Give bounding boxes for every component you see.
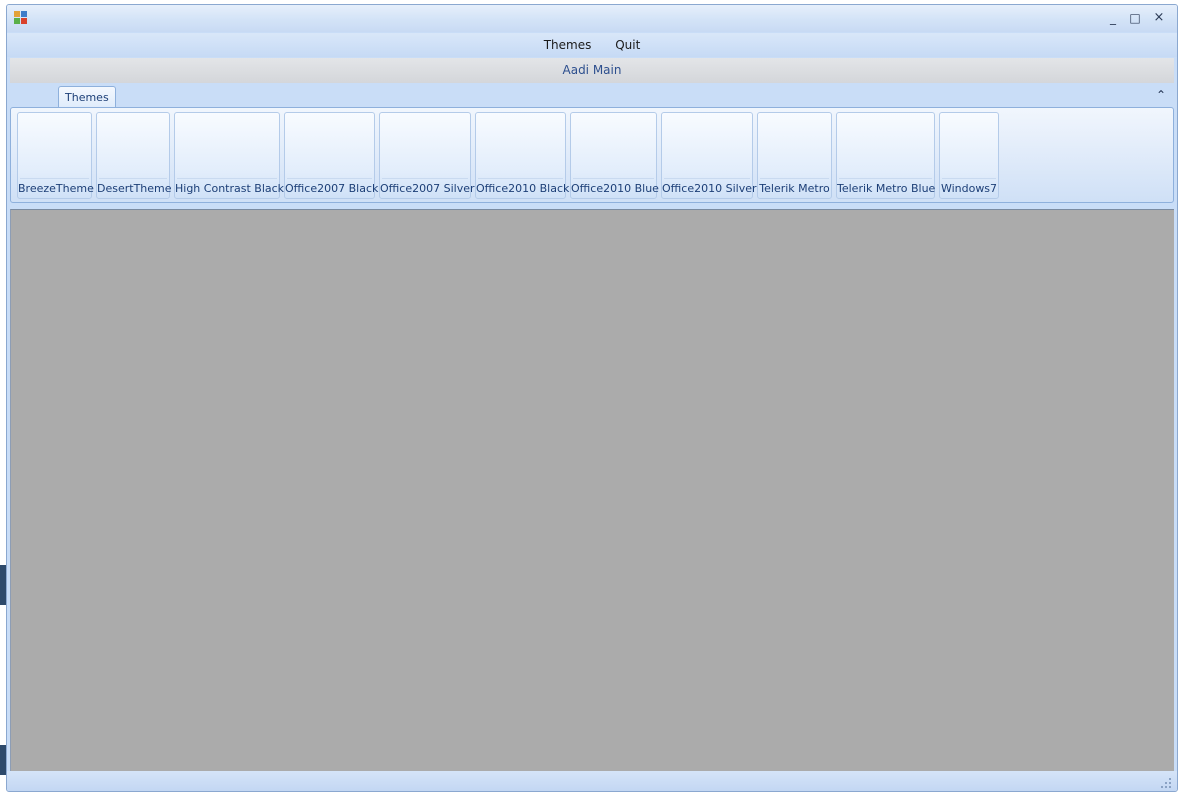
theme-label: DesertTheme xyxy=(97,182,172,195)
menu-item-quit[interactable]: Quit xyxy=(605,33,650,57)
theme-label: Office2007 Black xyxy=(285,182,379,195)
theme-label: Office2010 Blue xyxy=(571,182,659,195)
status-bar xyxy=(7,771,1177,791)
maximize-button[interactable]: □ xyxy=(1125,10,1145,26)
tab-themes[interactable]: Themes xyxy=(58,86,116,109)
theme-button-office2007-black[interactable]: Office2007 Black xyxy=(284,112,379,199)
theme-button-breeze[interactable]: BreezeTheme xyxy=(17,112,94,199)
theme-label: High Contrast Black xyxy=(175,182,285,195)
theme-label: Office2007 Silver xyxy=(380,182,475,195)
theme-button-office2010-silver[interactable]: Office2010 Silver xyxy=(661,112,757,199)
close-button[interactable]: × xyxy=(1149,10,1169,26)
theme-button-telerik-metro[interactable]: Telerik Metro xyxy=(757,112,832,199)
collapse-ribbon-button[interactable]: ⌃ xyxy=(1153,87,1169,103)
close-icon: × xyxy=(1153,10,1165,25)
theme-button-office2007-silver[interactable]: Office2007 Silver xyxy=(379,112,475,199)
theme-button-high-contrast-black[interactable]: High Contrast Black xyxy=(174,112,285,199)
theme-label: Telerik Metro xyxy=(759,182,830,195)
title-bar[interactable]: _ □ × xyxy=(7,5,1177,32)
theme-label: BreezeTheme xyxy=(18,182,94,195)
maximize-icon: □ xyxy=(1129,11,1141,25)
minimize-button[interactable]: _ xyxy=(1103,10,1123,26)
ribbon-panel: BreezeTheme DesertTheme High Contrast Bl… xyxy=(10,107,1174,203)
mdi-client-area[interactable] xyxy=(10,209,1174,772)
main-window: _ □ × Themes Quit Aadi Main Themes ⌃ Bre… xyxy=(6,4,1178,792)
resize-grip-icon[interactable] xyxy=(1161,778,1171,788)
ribbon-caption: Aadi Main xyxy=(10,58,1174,83)
theme-gallery: BreezeTheme DesertTheme High Contrast Bl… xyxy=(17,112,999,200)
theme-button-office2010-blue[interactable]: Office2010 Blue xyxy=(570,112,659,199)
theme-label: Office2010 Black xyxy=(476,182,570,195)
menu-bar: Themes Quit xyxy=(7,33,1177,57)
theme-button-windows7[interactable]: Windows7 xyxy=(939,112,999,199)
chevron-up-icon: ⌃ xyxy=(1155,88,1167,102)
theme-button-telerik-metro-blue[interactable]: Telerik Metro Blue xyxy=(836,112,935,199)
ribbon-tab-strip: Themes ⌃ xyxy=(7,84,1177,109)
app-icon xyxy=(14,11,28,25)
minimize-icon: _ xyxy=(1110,11,1116,25)
theme-label: Windows7 xyxy=(940,182,998,195)
theme-label: Telerik Metro Blue xyxy=(837,182,936,195)
menu-item-themes[interactable]: Themes xyxy=(534,33,602,57)
theme-button-office2010-black[interactable]: Office2010 Black xyxy=(475,112,570,199)
theme-label: Office2010 Silver xyxy=(662,182,757,195)
theme-button-desert[interactable]: DesertTheme xyxy=(96,112,172,199)
